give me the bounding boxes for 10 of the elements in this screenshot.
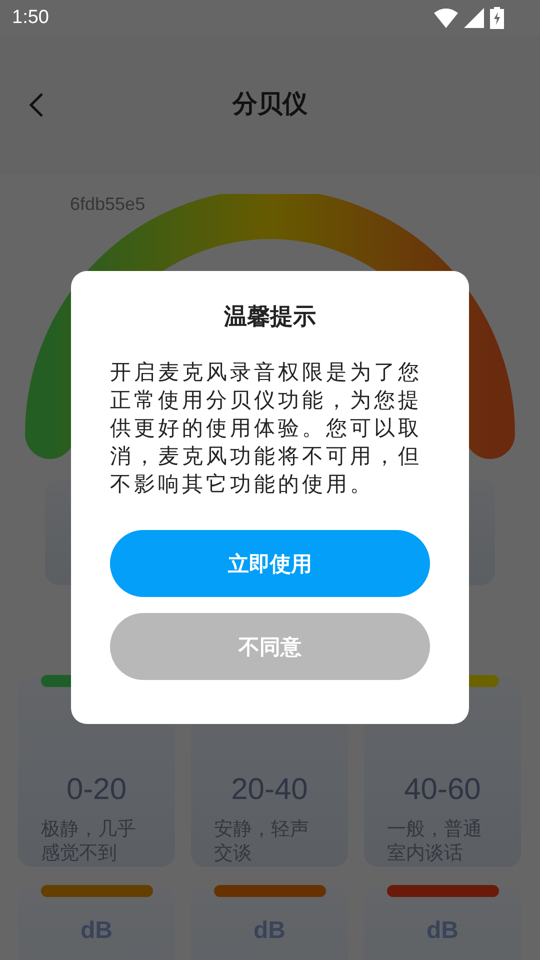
signal-icon (464, 8, 484, 28)
dialog-title: 温馨提示 (224, 303, 316, 332)
back-icon[interactable] (28, 93, 44, 117)
dialog-message: 开启麦克风录音权限是为了您正常使用分贝仪功能，为您提供更好的使用体验。您可以取消，麦克风功能将不可用，但不影响其它功能的使用。 (110, 359, 423, 498)
page-title: 分贝仪 (232, 88, 308, 120)
wifi-icon (434, 8, 458, 28)
battery-icon (490, 7, 504, 29)
decline-button[interactable]: 不同意 (110, 613, 430, 680)
status-time: 1:50 (12, 7, 49, 29)
confirm-button[interactable]: 立即使用 (110, 530, 430, 597)
